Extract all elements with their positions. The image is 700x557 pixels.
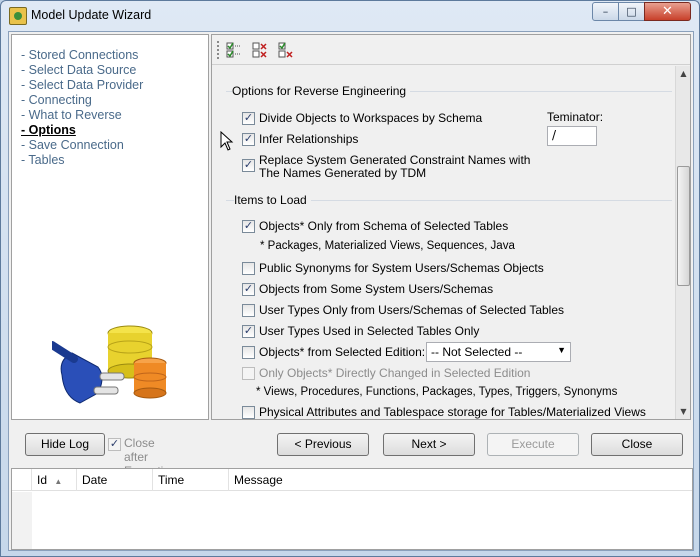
wizard-window: Model Update Wizard – □ ✕ - Stored Conne…: [0, 0, 700, 557]
step-select-data-provider[interactable]: - Select Data Provider: [21, 78, 143, 93]
next-button[interactable]: Next >: [383, 433, 475, 456]
log-header: Id ▲ Date Time Message: [12, 469, 692, 491]
sort-up-icon: ▲: [54, 477, 63, 486]
objects-only-checkbox[interactable]: ✓: [242, 220, 255, 233]
app-icon: [9, 7, 27, 25]
physical-attrs-checkbox[interactable]: [242, 406, 255, 419]
step-connecting[interactable]: - Connecting: [21, 93, 143, 108]
user-types-used-label: User Types Used in Selected Tables Only: [259, 324, 480, 338]
replace-names-checkbox[interactable]: ✓: [242, 159, 255, 172]
uncheck-all-icon[interactable]: [252, 42, 268, 58]
log-grid[interactable]: Id ▲ Date Time Message: [11, 468, 693, 550]
minimize-button[interactable]: –: [592, 2, 619, 21]
column-time[interactable]: Time: [153, 469, 229, 491]
options-scrollbar[interactable]: ▲ ▼: [675, 66, 690, 419]
objects-system-checkbox[interactable]: ✓: [242, 283, 255, 296]
step-tables[interactable]: - Tables: [21, 153, 143, 168]
scroll-down-icon[interactable]: ▼: [676, 404, 691, 419]
divide-objects-checkbox[interactable]: ✓: [242, 112, 255, 125]
items-to-load-title: Items to Load: [234, 193, 311, 207]
row-indicator-header: [12, 469, 32, 491]
steps-list: - Stored Connections - Select Data Sourc…: [21, 48, 143, 168]
objects-edition-checkbox[interactable]: [242, 346, 255, 359]
client-area: - Stored Connections - Select Data Sourc…: [8, 31, 694, 551]
options-panel: Options for Reverse Engineering ✓ Divide…: [211, 34, 691, 420]
close-after-execution-checkbox: ✓: [108, 438, 121, 451]
infer-relationships-label: Infer Relationships: [259, 132, 359, 146]
objects-edition-label: Objects* from Selected Edition:: [259, 345, 426, 359]
title-bar[interactable]: Model Update Wizard – □ ✕: [1, 1, 699, 31]
divide-objects-label: Divide Objects to Workspaces by Schema: [259, 111, 483, 125]
previous-button[interactable]: < Previous: [277, 433, 369, 456]
row-indicator-column: [12, 492, 32, 549]
column-id[interactable]: Id ▲: [32, 469, 77, 491]
objects-footnote: * Packages, Materialized Views, Sequence…: [260, 240, 515, 252]
infer-relationships-checkbox[interactable]: ✓: [242, 133, 255, 146]
wizard-steps-panel: - Stored Connections - Select Data Sourc…: [11, 34, 209, 420]
column-id-label: Id: [37, 473, 48, 487]
window-title: Model Update Wizard: [31, 8, 152, 22]
options-toolbar: [212, 35, 690, 65]
column-date[interactable]: Date: [77, 469, 153, 491]
terminator-label: Teminator:: [547, 110, 604, 124]
step-select-data-source[interactable]: - Select Data Source: [21, 63, 143, 78]
step-options[interactable]: - Options: [21, 123, 143, 138]
replace-names-label-line1: Replace System Generated Constraint Name…: [259, 153, 531, 167]
only-changed-label: Only Objects* Directly Changed in Select…: [259, 366, 531, 380]
database-plug-illustration: [52, 325, 167, 404]
objects-system-label: Objects from Some System Users/Schemas: [259, 282, 494, 296]
physical-attrs-label: Physical Attributes and Tablespace stora…: [259, 405, 646, 419]
options-scroll-area[interactable]: Options for Reverse Engineering ✓ Divide…: [212, 66, 675, 419]
button-bar: Hide Log ✓ Close after Execution < Previ…: [11, 424, 693, 478]
step-stored-connections[interactable]: - Stored Connections: [21, 48, 143, 63]
public-synonyms-label: Public Synonyms for System Users/Schemas…: [259, 261, 544, 275]
close-button[interactable]: Close: [591, 433, 683, 456]
mouse-pointer-icon: [220, 131, 234, 151]
close-window-button[interactable]: ✕: [644, 2, 691, 21]
user-types-only-checkbox[interactable]: [242, 304, 255, 317]
column-message[interactable]: Message: [229, 469, 692, 491]
scrollbar-thumb[interactable]: [677, 166, 690, 286]
edition-select-value: -- Not Selected --: [431, 345, 523, 359]
step-save-connection[interactable]: - Save Connection: [21, 138, 143, 153]
execute-button: Execute: [487, 433, 579, 456]
reverse-options-title: Options for Reverse Engineering: [232, 84, 411, 98]
chevron-down-icon: ▼: [557, 345, 566, 355]
invert-selection-icon[interactable]: [278, 42, 294, 58]
objects-only-label: Objects* Only from Schema of Selected Ta…: [259, 219, 509, 233]
views-footnote: * Views, Procedures, Functions, Packages…: [256, 386, 618, 398]
step-what-to-reverse[interactable]: - What to Reverse: [21, 108, 143, 123]
scroll-up-icon[interactable]: ▲: [676, 66, 691, 81]
terminator-input[interactable]: /: [547, 126, 597, 146]
hide-log-button[interactable]: Hide Log: [25, 433, 105, 456]
public-synonyms-checkbox[interactable]: [242, 262, 255, 275]
only-changed-checkbox: [242, 367, 255, 380]
user-types-only-label: User Types Only from Users/Schemas of Se…: [259, 303, 565, 317]
user-types-used-checkbox[interactable]: ✓: [242, 325, 255, 338]
toolbar-grip[interactable]: [217, 41, 219, 59]
replace-names-label-line2: The Names Generated by TDM: [259, 166, 427, 180]
edition-select[interactable]: -- Not Selected -- ▼: [426, 342, 571, 362]
check-all-icon[interactable]: [226, 42, 242, 58]
maximize-button[interactable]: □: [618, 2, 645, 21]
